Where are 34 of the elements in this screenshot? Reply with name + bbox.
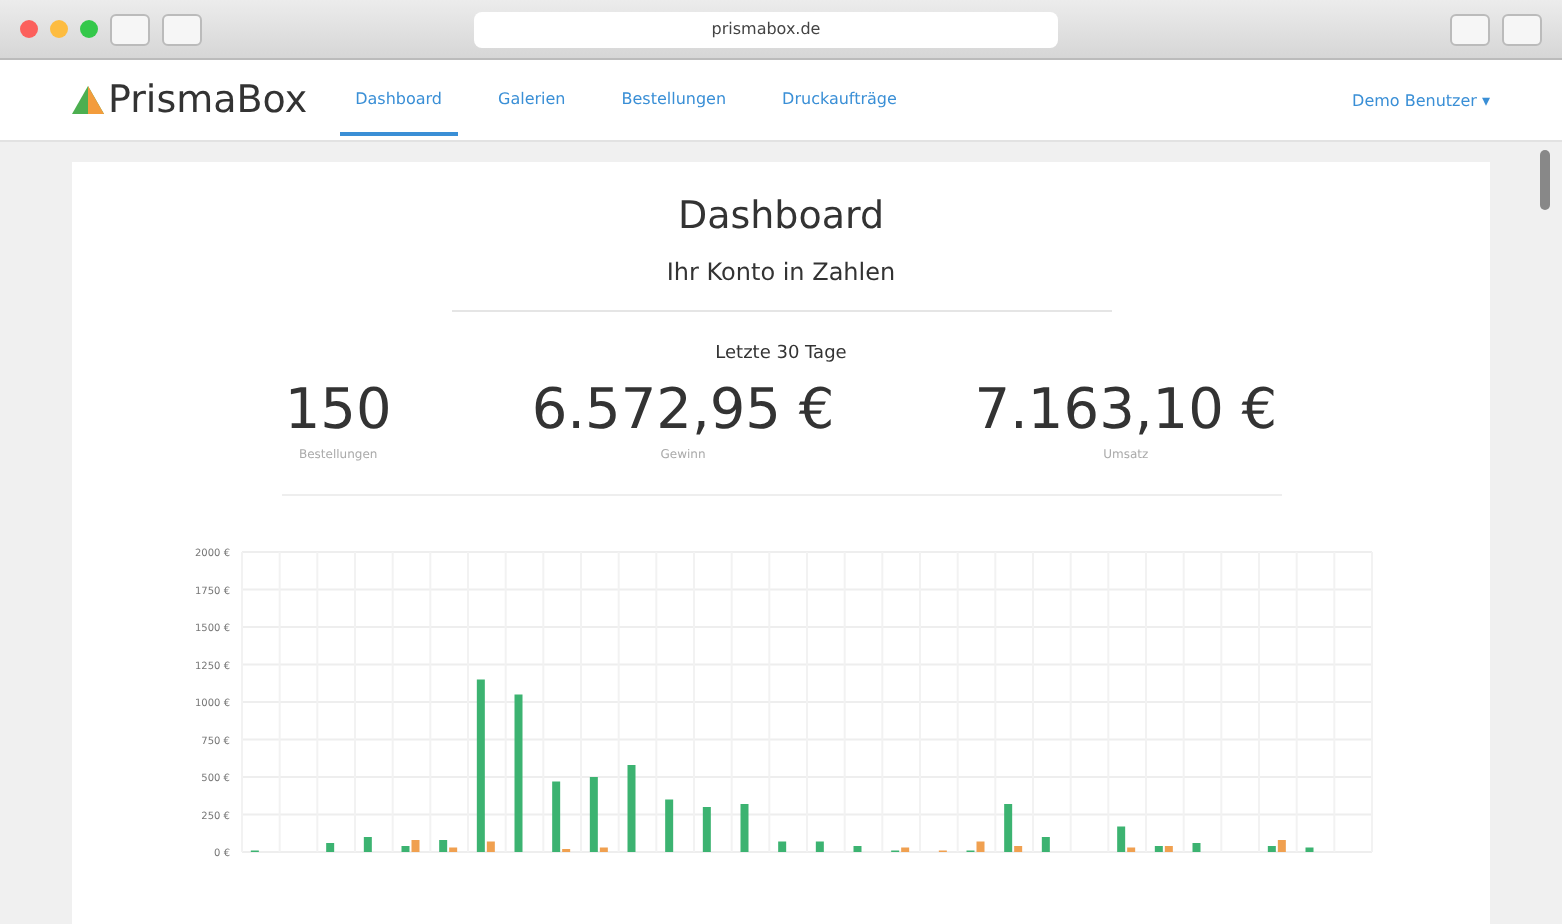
stat-value: 150 [284,376,392,442]
chart-bar [1304,847,1313,852]
scrollbar[interactable] [1540,150,1550,210]
nav-tab[interactable]: Galerien [482,65,582,135]
user-menu[interactable]: Demo Benutzer ▾ [1352,91,1490,109]
nav-tab[interactable]: Bestellungen [605,65,743,135]
chart-bar [852,846,861,852]
zoom-button[interactable] [80,20,98,38]
sidebar-button[interactable] [162,13,202,45]
address-bar[interactable]: prismabox.de [474,11,1058,47]
logo[interactable]: PrismaBox [72,78,308,122]
chart-bar [664,799,673,852]
minimize-button[interactable] [50,20,68,38]
tabs-button[interactable] [1502,13,1542,45]
stat-value: 6.572,95 € [531,376,835,442]
close-button[interactable] [20,20,38,38]
page-title: Dashboard [677,194,885,238]
share-button[interactable] [1450,13,1490,45]
logo-icon [72,86,104,114]
chart-bar [626,765,635,852]
chart-bar [814,841,823,852]
back-button[interactable] [110,13,150,45]
chart-bar [1191,843,1200,852]
page-subtitle: Ihr Konto in Zahlen [451,258,1111,312]
chart-bar [739,804,748,852]
period-label: Letzte 30 Tage [715,344,847,364]
chart-bar [701,807,710,852]
chart-bar [362,837,371,852]
chart-bar [1040,837,1049,852]
chart-bar [777,841,786,852]
nav-tab[interactable]: Dashboard [339,65,458,135]
chart-bar [325,843,334,852]
stat-value: 7.163,10 € [974,376,1278,442]
nav-tab[interactable]: Druckaufträge [766,65,913,135]
